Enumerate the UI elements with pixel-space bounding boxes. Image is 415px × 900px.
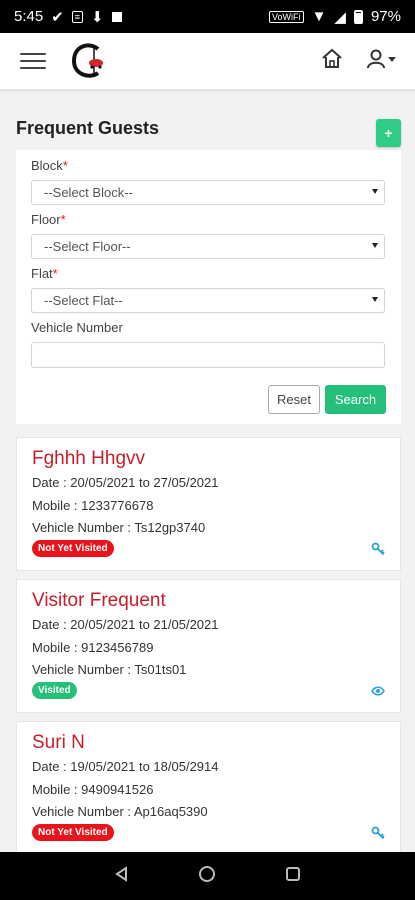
status-bar: 5:45 ✔ ≡ ⬇ VoWiFi ▼ ◢ 97% [0,0,415,33]
guest-mobile: Mobile : 9490941526 [32,782,154,797]
wifi-icon: ▼ [311,8,327,25]
guest-date: Date : 20/05/2021 to 21/05/2021 [32,617,219,632]
block-select[interactable]: --Select Block-- [31,180,385,205]
block-label: Block* [31,158,68,173]
app-notification-icon [111,11,122,22]
status-badge: Not Yet Visited [32,824,114,841]
home-nav-icon[interactable] [198,865,216,888]
user-menu[interactable] [366,47,406,71]
check-icon: ✔ [51,8,64,26]
battery-percent: 97% [370,8,401,25]
guest-card[interactable]: Suri N Date : 19/05/2021 to 18/05/2914 M… [16,721,401,855]
vowifi-icon: VoWiFi [269,10,304,23]
guest-vehicle: Vehicle Number : Ap16aq5390 [32,804,208,819]
flat-select[interactable]: --Select Flat-- [31,288,385,313]
app-logo [71,43,103,78]
guest-card[interactable]: Fghhh Hhgvv Date : 20/05/2021 to 27/05/2… [16,437,401,571]
guest-date: Date : 20/05/2021 to 27/05/2021 [32,475,219,490]
status-time: 5:45 [14,8,44,25]
notification-icon: ≡ [71,10,84,23]
guest-vehicle: Vehicle Number : Ts12gp3740 [32,520,206,535]
menu-icon[interactable] [20,53,46,69]
guest-date: Date : 19/05/2021 to 18/05/2914 [32,759,219,774]
flat-label: Flat* [31,266,58,281]
vehicle-number-label: Vehicle Number [31,320,123,335]
system-nav-bar [0,852,415,900]
floor-label: Floor* [31,212,66,227]
key-icon[interactable] [371,542,385,556]
user-icon [367,49,385,69]
guest-card[interactable]: Visitor Frequent Date : 20/05/2021 to 21… [16,579,401,713]
guest-mobile: Mobile : 9123456789 [32,640,154,655]
chevron-down-icon [388,56,396,62]
filter-form: Block* --Select Block-- Floor* --Select … [16,150,401,424]
page-title: Frequent Guests [16,118,160,138]
signal-icon: ◢ [334,8,346,26]
guest-mobile: Mobile : 1233776678 [32,498,154,513]
add-guest-button[interactable]: + [376,119,401,147]
eye-icon[interactable] [371,684,385,698]
status-badge: Not Yet Visited [32,540,114,557]
status-badge: Visited [32,682,77,699]
guest-vehicle: Vehicle Number : Ts01ts01 [32,662,187,677]
vehicle-number-input[interactable] [31,342,385,368]
download-icon: ⬇ [91,8,104,26]
back-icon[interactable] [114,865,130,887]
floor-select[interactable]: --Select Floor-- [31,234,385,259]
guest-name: Fghhh Hhgvv [32,448,146,469]
dropdown-caret-icon [372,243,378,248]
dropdown-caret-icon [372,189,378,194]
recents-icon[interactable] [285,866,301,887]
reset-button[interactable]: Reset [268,385,320,414]
dropdown-caret-icon [372,297,378,302]
home-icon[interactable] [320,47,344,71]
search-button[interactable]: Search [325,385,386,414]
app-header [0,33,415,90]
battery-icon [353,9,363,24]
guest-name: Visitor Frequent [32,590,166,611]
guest-name: Suri N [32,732,85,753]
key-icon[interactable] [371,826,385,840]
